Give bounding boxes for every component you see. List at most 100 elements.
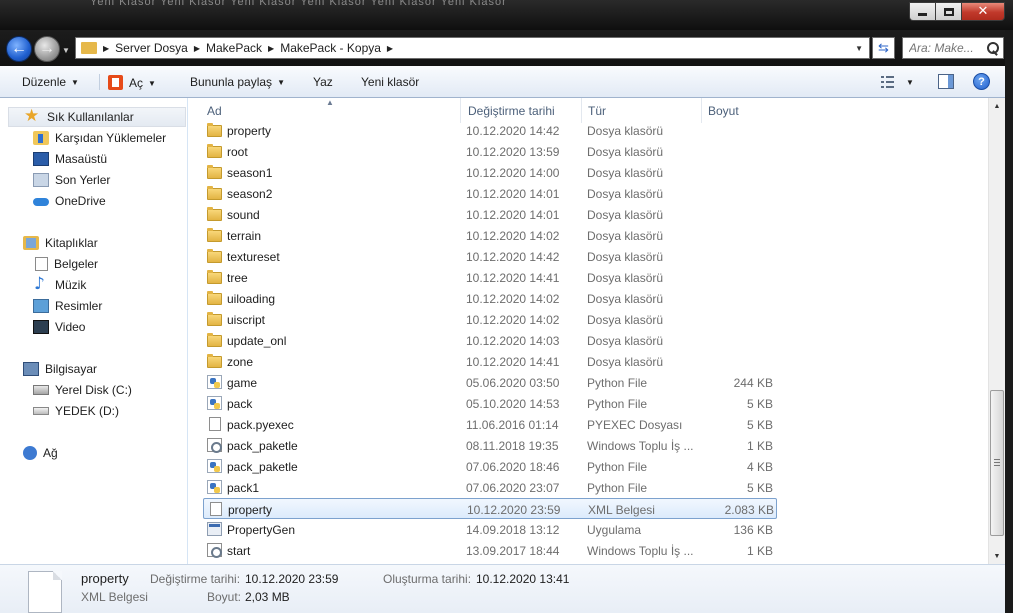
file-row[interactable]: game 05.06.2020 03:50 Python File 244 KB: [203, 372, 777, 393]
nav-item-desktop[interactable]: Masaüstü: [33, 149, 107, 169]
preview-pane-icon[interactable]: [938, 74, 954, 89]
file-row[interactable]: pack1 07.06.2020 23:07 Python File 5 KB: [203, 477, 777, 498]
file-modified-date: 05.10.2020 14:53: [466, 397, 560, 411]
nav-item-downloads[interactable]: Karşıdan Yüklemeler: [33, 128, 166, 148]
xml-document-icon: [28, 571, 62, 613]
file-row[interactable]: season2 10.12.2020 14:01 Dosya klasörü: [203, 183, 777, 204]
nav-item-local-disk[interactable]: Yerel Disk (C:): [33, 380, 132, 400]
nav-item-libraries[interactable]: Kitaplıklar: [23, 233, 98, 253]
file-row[interactable]: pack.pyexec 11.06.2016 01:14 PYEXEC Dosyas…: [203, 414, 777, 435]
print-button[interactable]: Yaz: [313, 75, 333, 89]
file-modified-date: 10.12.2020 13:59: [466, 145, 560, 159]
file-type: Dosya klasörü: [587, 229, 664, 243]
nav-label: Müzik: [55, 278, 87, 292]
change-view-icon[interactable]: [881, 75, 899, 89]
nav-item-documents[interactable]: Belgeler: [35, 254, 98, 274]
nav-item-videos[interactable]: Video: [33, 317, 85, 337]
folder-icon: [207, 144, 222, 158]
new-folder-button[interactable]: Yeni klasör: [361, 75, 419, 89]
file-row[interactable]: start 13.09.2017 18:44 Windows Toplu İş ..…: [203, 540, 777, 561]
folder-icon: [207, 333, 222, 347]
column-label: Tür: [588, 103, 606, 118]
organize-button[interactable]: Düzenle ▼: [22, 75, 79, 89]
breadcrumb-makepack-kopya[interactable]: MakePack - Kopya: [280, 41, 381, 55]
nav-item-computer[interactable]: Bilgisayar: [23, 359, 97, 379]
details-created-value[interactable]: 10.12.2020 13:41: [476, 572, 569, 586]
file-row[interactable]: pack_paketle 07.06.2020 18:46 Python File 4…: [203, 456, 777, 477]
file-row[interactable]: pack_paketle 08.11.2018 19:35 Windows Topl…: [203, 435, 777, 456]
minimize-button[interactable]: [909, 2, 935, 21]
file-name: uiloading: [227, 292, 276, 306]
nav-label: Resimler: [55, 299, 103, 313]
chevron-down-icon[interactable]: ▼: [906, 78, 914, 87]
chevron-right-icon[interactable]: ▶: [194, 44, 200, 53]
file-size: 244 KB: [733, 376, 773, 390]
vertical-scrollbar[interactable]: ▲ ▼: [988, 98, 1005, 564]
folder-icon: [207, 228, 222, 242]
desktop-icon: [33, 152, 49, 166]
file-modified-date: 10.12.2020 14:00: [466, 166, 560, 180]
search-box[interactable]: [902, 37, 1004, 59]
search-input[interactable]: [909, 41, 987, 55]
file-row[interactable]: uiscript 10.12.2020 14:02 Dosya klasörü: [203, 309, 777, 330]
file-modified-date: 10.12.2020 23:59: [467, 503, 561, 517]
nav-label: Yerel Disk (C:): [55, 383, 132, 397]
help-icon[interactable]: ?: [973, 73, 990, 90]
file-row[interactable]: property 10.12.2020 23:59 XML Belgesi 2.083…: [203, 498, 777, 519]
network-icon: [23, 446, 37, 460]
file-row[interactable]: uiloading 10.12.2020 14:02 Dosya klasörü: [203, 288, 777, 309]
chevron-down-icon[interactable]: ▼: [855, 44, 863, 53]
maximize-button[interactable]: [935, 2, 961, 21]
nav-item-favorites[interactable]: Sık Kullanılanlar: [8, 106, 186, 127]
share-button[interactable]: Bununla paylaş ▼: [190, 75, 285, 89]
window-controls: ✕: [909, 2, 1005, 22]
breadcrumb-server-dosya[interactable]: Server Dosya: [115, 41, 188, 55]
python-file-icon: [207, 480, 222, 494]
file-type: Python File: [587, 376, 648, 390]
file-row[interactable]: property 10.12.2020 14:42 Dosya klasörü: [203, 120, 777, 141]
scroll-up-icon[interactable]: ▲: [989, 98, 1005, 114]
open-button[interactable]: Aç ▼: [108, 75, 156, 90]
nav-item-pictures[interactable]: Resimler: [33, 296, 102, 316]
file-row[interactable]: tree 10.12.2020 14:41 Dosya klasörü: [203, 267, 777, 288]
file-row[interactable]: pack 05.10.2020 14:53 Python File 5 KB: [203, 393, 777, 414]
file-name: start: [227, 544, 251, 558]
file-type: Dosya klasörü: [587, 250, 664, 264]
file-name: sound: [227, 208, 260, 222]
file-type: Uygulama: [587, 523, 642, 537]
file-row[interactable]: PropertyGen 14.09.2018 13:12 Uygulama 136 K…: [203, 519, 777, 540]
file-row[interactable]: terrain 10.12.2020 14:02 Dosya klasörü: [203, 225, 777, 246]
address-bar[interactable]: ▶ Server Dosya ▶ MakePack ▶ MakePack - K…: [75, 37, 870, 59]
file-row[interactable]: sound 10.12.2020 14:01 Dosya klasörü: [203, 204, 777, 225]
forward-button[interactable]: →: [34, 36, 60, 62]
file-name: property: [228, 503, 273, 517]
file-row[interactable]: update_onl 10.12.2020 14:03 Dosya klasörü: [203, 330, 777, 351]
file-name: property: [227, 124, 272, 138]
close-button[interactable]: ✕: [961, 2, 1005, 21]
nav-item-onedrive[interactable]: OneDrive: [33, 191, 106, 211]
file-row[interactable]: textureset 10.12.2020 14:42 Dosya klasörü: [203, 246, 777, 267]
nav-item-music[interactable]: Müzik: [33, 274, 87, 295]
file-row[interactable]: zone 10.12.2020 14:41 Dosya klasörü: [203, 351, 777, 372]
file-size: 1 KB: [746, 544, 773, 558]
back-button[interactable]: ←: [6, 36, 32, 62]
chevron-right-icon[interactable]: ▶: [103, 44, 109, 53]
chevron-right-icon[interactable]: ▶: [268, 44, 274, 53]
hard-disk-icon: [33, 385, 49, 395]
nav-item-yedek[interactable]: YEDEK (D:): [33, 401, 119, 421]
nav-item-recent[interactable]: Son Yerler: [33, 170, 110, 190]
file-row[interactable]: root 10.12.2020 13:59 Dosya klasörü: [203, 141, 777, 162]
file-modified-date: 10.12.2020 14:01: [466, 208, 560, 222]
details-modified-value[interactable]: 10.12.2020 23:59: [245, 572, 338, 586]
file-name: pack: [227, 397, 253, 411]
search-icon[interactable]: [986, 41, 999, 55]
scrollbar-thumb[interactable]: [990, 390, 1004, 536]
recent-pages-dropdown[interactable]: ▼: [62, 46, 70, 55]
breadcrumb-makepack[interactable]: MakePack: [206, 41, 262, 55]
refresh-button[interactable]: ⇆: [872, 37, 895, 59]
file-row[interactable]: season1 10.12.2020 14:00 Dosya klasörü: [203, 162, 777, 183]
nav-item-network[interactable]: Ağ: [23, 443, 58, 463]
details-file-name: property: [81, 571, 129, 586]
chevron-right-icon[interactable]: ▶: [387, 44, 393, 53]
scroll-down-icon[interactable]: ▼: [989, 548, 1005, 564]
